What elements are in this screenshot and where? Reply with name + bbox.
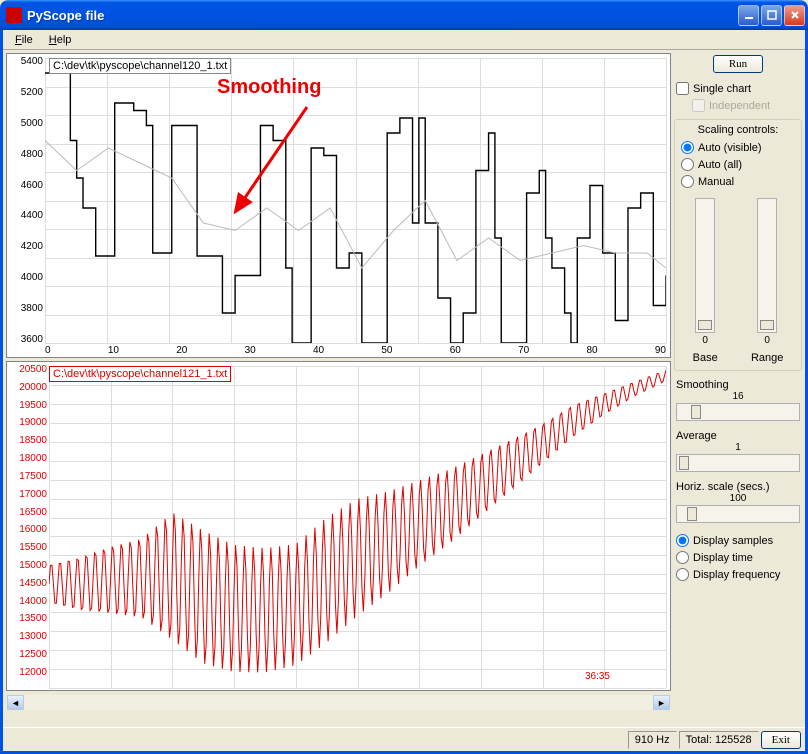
horizontal-scrollbar[interactable]: ◄ ►	[6, 694, 671, 711]
smoothing-label: Smoothing	[674, 379, 802, 391]
independent-label: Independent	[709, 100, 770, 112]
base-value: 0	[702, 335, 708, 346]
scaling-title: Scaling controls:	[679, 124, 797, 136]
menu-file[interactable]: File	[7, 32, 41, 48]
range-label: Range	[751, 352, 783, 364]
chart-1-plot	[45, 58, 666, 343]
chart-1-x-axis: 0102030405060708090	[45, 345, 666, 357]
chart-2-time-label: 36:35	[585, 671, 610, 682]
annotation-arrow-icon	[227, 102, 317, 222]
single-chart-checkbox[interactable]	[676, 82, 689, 95]
scroll-right-button[interactable]: ►	[653, 695, 670, 710]
base-slider[interactable]	[695, 198, 715, 333]
titlebar: PyScope file	[0, 0, 808, 30]
chart-2-filepath: C:\dev\tk\pyscope\channel121_1.txt	[49, 366, 231, 382]
statusbar: 910 Hz Total: 125528 Exit	[3, 727, 805, 751]
display-time-radio[interactable]	[676, 551, 689, 564]
sidebar: Run Single chart Independent Scaling con…	[674, 53, 802, 724]
smoothing-value: 16	[674, 391, 802, 402]
smoothing-slider[interactable]	[676, 403, 800, 421]
average-label: Average	[674, 430, 802, 442]
chart-2-plot	[49, 366, 666, 688]
close-button[interactable]	[784, 5, 805, 26]
exit-button[interactable]: Exit	[761, 731, 801, 749]
range-value: 0	[764, 335, 770, 346]
window-title: PyScope file	[27, 8, 738, 23]
hscale-slider[interactable]	[676, 505, 800, 523]
status-total: Total: 125528	[679, 731, 759, 749]
maximize-button[interactable]	[761, 5, 782, 26]
display-frequency-radio[interactable]	[676, 568, 689, 581]
chart-2: C:\dev\tk\pyscope\channel121_1.txt 20500…	[6, 361, 671, 691]
annotation-smoothing-label: Smoothing	[217, 76, 321, 99]
scaling-auto-all-radio[interactable]	[681, 158, 694, 171]
scaling-controls-group: Scaling controls: Auto (visible) Auto (a…	[674, 119, 802, 371]
scaling-manual-radio[interactable]	[681, 175, 694, 188]
display-samples-radio[interactable]	[676, 534, 689, 547]
scroll-track[interactable]	[24, 695, 653, 710]
minimize-button[interactable]	[738, 5, 759, 26]
range-slider[interactable]	[757, 198, 777, 333]
average-value: 1	[674, 442, 802, 453]
scroll-left-button[interactable]: ◄	[7, 695, 24, 710]
chart-1-filepath: C:\dev\tk\pyscope\channel120_1.txt	[49, 58, 231, 74]
single-chart-label: Single chart	[693, 83, 751, 95]
hscale-label: Horiz. scale (secs.)	[674, 481, 802, 493]
menu-help[interactable]: Help	[41, 32, 80, 48]
independent-checkbox	[692, 99, 705, 112]
hscale-value: 100	[674, 493, 802, 504]
chart-1-y-axis: 5400520050004800460044004200400038003600	[7, 54, 45, 345]
chart-2-y-axis: 2050020000195001900018500180001750017000…	[7, 362, 49, 678]
chart-1: C:\dev\tk\pyscope\channel120_1.txt Smoot…	[6, 53, 671, 358]
run-button[interactable]: Run	[713, 55, 763, 73]
status-freq: 910 Hz	[628, 731, 677, 749]
average-slider[interactable]	[676, 454, 800, 472]
scaling-auto-visible-radio[interactable]	[681, 141, 694, 154]
app-icon	[6, 7, 22, 23]
menubar: File Help	[3, 30, 805, 50]
base-label: Base	[693, 352, 718, 364]
